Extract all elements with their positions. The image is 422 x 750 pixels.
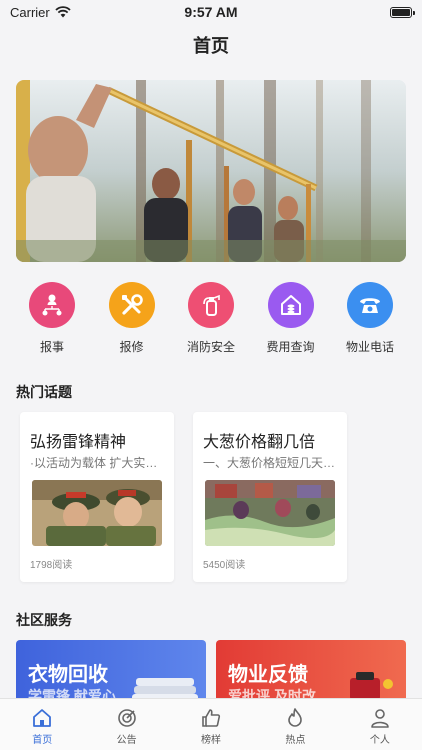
tab-profile[interactable]: 个人 xyxy=(338,699,422,750)
house-coin-icon xyxy=(267,282,314,328)
tab-hot[interactable]: 热点 xyxy=(253,699,337,750)
quick-actions: 报事 报修 消防安全 费用查询 物业电话 xyxy=(16,282,406,355)
phone-icon xyxy=(347,282,393,328)
clothes-stack-icon xyxy=(132,678,198,700)
topic-card[interactable]: 弘扬雷锋精神 ·以活动为载体 扩大实… 1798阅读 xyxy=(20,412,174,582)
tab-label: 热点 xyxy=(285,735,306,746)
fire-extinguisher-icon xyxy=(188,282,234,328)
tab-announcements[interactable]: 公告 xyxy=(84,699,168,750)
wifi-icon xyxy=(55,6,71,18)
quick-action-report[interactable]: 报事 xyxy=(16,282,88,355)
people-hierarchy-icon xyxy=(29,282,75,328)
battery-icon xyxy=(390,6,415,18)
page-title: 首页 xyxy=(193,36,229,56)
tab-bar: 首页 公告 榜样 热点 个人 xyxy=(0,698,422,750)
quick-action-label: 报事 xyxy=(39,340,64,354)
quick-action-fire-safety[interactable]: 消防安全 xyxy=(175,282,247,355)
topic-title: 大葱价格翻几倍 xyxy=(203,434,316,451)
quick-action-label: 物业电话 xyxy=(345,340,394,354)
tab-role-models[interactable]: 榜样 xyxy=(169,699,253,750)
hot-topics-title: 热门话题 xyxy=(16,384,72,400)
tools-icon xyxy=(108,282,155,328)
tab-home[interactable]: 首页 xyxy=(0,699,84,750)
banner-carousel[interactable] xyxy=(16,80,406,262)
carrier-label: Carrier xyxy=(10,4,50,20)
community-services-title: 社区服务 xyxy=(16,612,72,628)
topic-excerpt: ·以活动为载体 扩大实… xyxy=(30,456,158,470)
service-title: 物业反馈 xyxy=(228,664,308,686)
target-icon xyxy=(117,709,136,727)
topic-excerpt: 一、大葱价格短短几天… xyxy=(203,456,336,470)
quick-action-fee-query[interactable]: 费用查询 xyxy=(255,282,327,355)
tab-label: 首页 xyxy=(32,735,53,746)
quick-action-repair[interactable]: 报修 xyxy=(96,282,168,355)
thumbs-up-icon xyxy=(202,709,221,727)
topic-reads: 1798阅读 xyxy=(30,560,73,571)
quick-action-property-phone[interactable]: 物业电话 xyxy=(334,282,406,355)
tab-label: 公告 xyxy=(116,735,137,746)
status-bar: Carrier 9:57 AM xyxy=(0,0,422,24)
quick-action-label: 报修 xyxy=(119,340,144,354)
user-icon xyxy=(371,709,389,728)
flame-icon xyxy=(288,708,303,727)
quick-action-label: 消防安全 xyxy=(186,340,235,354)
topic-reads: 5450阅读 xyxy=(203,560,246,571)
service-card-property-feedback[interactable]: 物业反馈 爱批评 及时改 xyxy=(216,640,406,700)
topic-image xyxy=(32,480,162,546)
quick-action-label: 费用查询 xyxy=(266,340,315,354)
topic-title: 弘扬雷锋精神 xyxy=(30,434,127,451)
carrier-group: Carrier xyxy=(10,5,71,20)
tab-label: 个人 xyxy=(369,735,390,746)
banner-image xyxy=(16,80,406,262)
topic-image xyxy=(205,480,335,546)
tab-label: 榜样 xyxy=(201,735,222,746)
topic-card[interactable]: 大葱价格翻几倍 一、大葱价格短短几天… 5450阅读 xyxy=(193,412,347,582)
service-card-clothes-recycling[interactable]: 衣物回收 学雷锋 献爱心 xyxy=(16,640,206,700)
feedback-box-icon xyxy=(350,672,393,700)
home-icon xyxy=(33,709,52,727)
service-title: 衣物回收 xyxy=(28,664,108,686)
